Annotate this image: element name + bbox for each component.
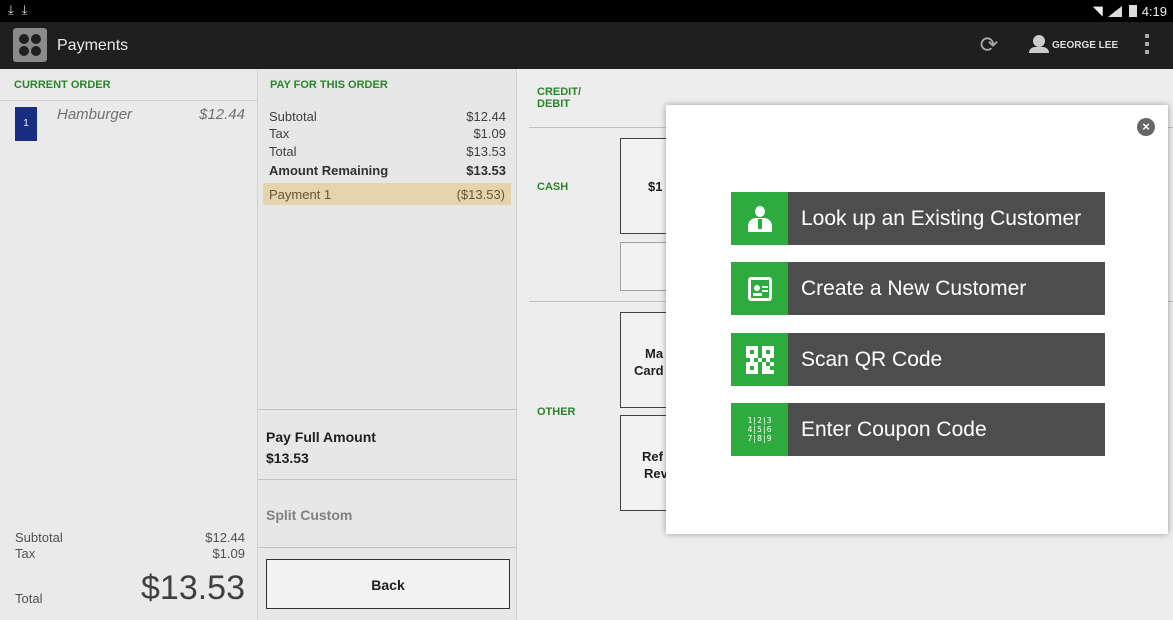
download-icon: ⤓	[8, 2, 14, 17]
app-bar: Payments ⟳ GEORGE LEE	[0, 22, 1173, 69]
create-customer-label: Create a New Customer	[801, 277, 1027, 300]
status-bar: ⤓ ⤓ ◥ 4:19	[0, 0, 1173, 22]
lookup-customer-label: Look up an Existing Customer	[801, 207, 1082, 230]
page-title: Payments	[57, 37, 129, 54]
scan-qr-button[interactable]: Scan QR Code	[731, 333, 1105, 386]
battery-icon	[1128, 5, 1137, 17]
clover-logo-icon[interactable]	[13, 28, 47, 62]
customer-lookup-icon	[731, 192, 788, 245]
number-pad-icon: 1|2|3 4|5|6 7|8|9	[731, 403, 788, 456]
coupon-code-button[interactable]: 1|2|3 4|5|6 7|8|9 Enter Coupon Code	[731, 403, 1105, 456]
user-name[interactable]: GEORGE LEE	[1052, 40, 1118, 51]
customer-dialog: × Look up an Existing Customer Create a …	[666, 105, 1168, 534]
user-icon[interactable]	[1029, 35, 1049, 55]
refresh-icon[interactable]: ⟳	[978, 34, 1000, 56]
overflow-menu-icon[interactable]	[1140, 34, 1154, 58]
signal-icon	[1107, 5, 1124, 17]
create-customer-button[interactable]: Create a New Customer	[731, 262, 1105, 315]
scan-qr-label: Scan QR Code	[801, 348, 943, 371]
number-pad-row: 7|8|9	[747, 434, 772, 443]
wifi-icon: ◥	[1092, 3, 1103, 18]
number-pad-row: 1|2|3	[747, 416, 772, 425]
status-time: 4:19	[1141, 3, 1167, 19]
coupon-code-label: Enter Coupon Code	[801, 418, 987, 441]
close-icon[interactable]: ×	[1137, 118, 1155, 136]
download-icon: ⤓	[21, 2, 28, 17]
lookup-customer-button[interactable]: Look up an Existing Customer	[731, 192, 1105, 245]
contact-card-icon	[731, 262, 788, 315]
qr-code-icon	[731, 333, 788, 386]
number-pad-row: 4|5|6	[747, 425, 772, 434]
